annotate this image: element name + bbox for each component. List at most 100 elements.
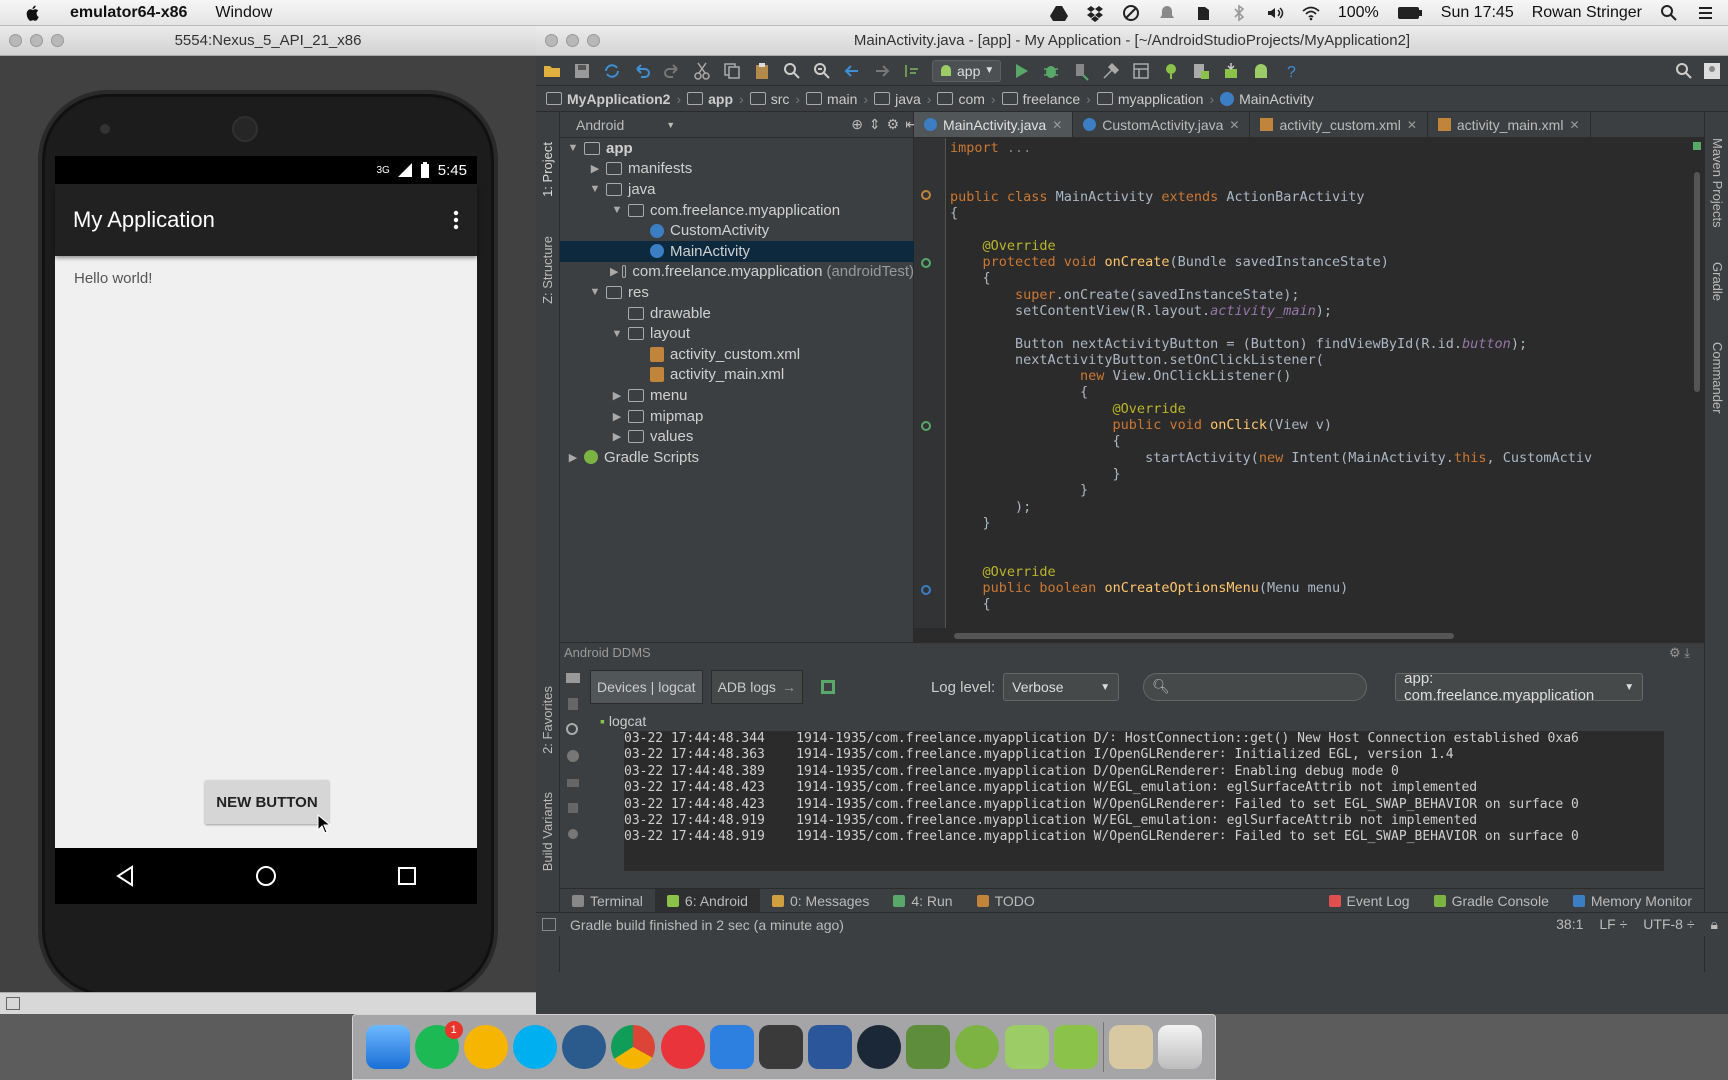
minimize-window-button[interactable] [30,34,43,47]
home-icon[interactable] [255,865,277,887]
user-icon[interactable] [1702,61,1722,81]
steam-icon[interactable] [857,1025,902,1069]
line-separator[interactable]: LF ÷ [1599,916,1627,933]
override-marker-icon[interactable] [921,585,931,595]
tree-item[interactable]: ▶ menu [560,385,914,406]
back-icon[interactable] [114,865,136,887]
zoom-window-button[interactable] [51,34,64,47]
restore-layout-icon[interactable] [819,678,837,696]
evernote-icon[interactable] [1194,4,1212,22]
tree-item[interactable]: MainActivity [560,240,914,262]
recents-icon[interactable] [396,865,418,887]
ide-title-bar[interactable]: MainActivity.java - [app] - My Applicati… [536,26,1728,56]
tree-item[interactable]: activity_custom.xml [560,344,914,365]
breadcrumb-item[interactable]: myapplication [1096,91,1203,107]
android-studio-icon[interactable] [906,1025,951,1069]
chevron-right-icon[interactable]: ▶ [610,410,624,423]
trash-icon[interactable] [1158,1025,1203,1069]
new-button[interactable]: NEW BUTTON [205,780,329,824]
tool-tab[interactable]: TODO [965,889,1047,913]
chevron-right-icon[interactable]: ▶ [588,162,602,175]
tool-gradle[interactable]: Gradle [1710,262,1725,301]
restart-icon[interactable] [564,695,582,713]
scroll-thumb[interactable] [1694,172,1700,392]
menu-window[interactable]: Window [215,4,272,22]
xcode-icon[interactable] [709,1025,754,1069]
dump-heap-icon[interactable] [564,773,582,791]
gear-icon[interactable]: ⚙ [887,116,900,133]
log-level-select[interactable]: Verbose ▼ [1003,673,1120,701]
implements-marker-icon[interactable] [921,258,931,268]
logcat-output[interactable]: 03-22 17:44:48.344 1914-1935/com.freelan… [624,731,1664,871]
sdk-manager-icon[interactable] [1221,61,1241,81]
tool-favorites[interactable]: 2: Favorites [540,686,555,754]
gc-icon[interactable] [564,799,582,817]
word-icon[interactable] [807,1025,852,1069]
tree-item[interactable]: ▼ app [560,138,914,159]
tree-item[interactable]: activity_main.xml [560,365,914,386]
scroll-thumb[interactable] [954,633,1454,639]
do-not-disturb-icon[interactable] [1122,4,1140,22]
sync-icon[interactable] [602,61,622,81]
sourcetree-icon[interactable] [562,1025,607,1069]
override-marker-icon[interactable] [921,190,931,200]
editor-tab[interactable]: activity_main.xml ✕ [1428,112,1591,137]
tool-structure[interactable]: Z: Structure [540,236,555,304]
menu-app-name[interactable]: emulator64-x86 [70,4,187,22]
terminate-icon[interactable] [564,747,582,765]
run-icon[interactable] [1011,61,1031,81]
volume-icon[interactable] [1266,4,1284,22]
breadcrumb-item[interactable]: MainActivity [1220,91,1314,107]
chevron-right-icon[interactable]: ▶ [610,430,624,443]
help-icon[interactable]: ? [1281,61,1301,81]
breadcrumb-item[interactable]: freelance [1001,91,1080,107]
copy-icon[interactable] [722,61,742,81]
opera-icon[interactable] [463,1025,508,1069]
tree-item[interactable]: ▼ com.freelance.myapplication [560,200,914,221]
implements-marker-icon[interactable] [921,421,931,431]
android-sdk-icon[interactable] [955,1025,1000,1069]
tab-adb-logs[interactable]: ADB logs → [710,670,803,704]
breadcrumb-item[interactable]: app [687,91,733,107]
save-icon[interactable] [572,61,592,81]
undo-icon[interactable] [632,61,652,81]
notification-bell-icon[interactable] [1158,4,1176,22]
project-view-select[interactable]: Android [576,117,624,133]
app-filter-select[interactable]: app: com.freelance.myapplication ▼ [1395,670,1644,704]
battery-icon[interactable] [1397,4,1423,22]
breadcrumb-item[interactable]: src [749,91,789,107]
close-window-button[interactable] [9,34,22,47]
tree-item[interactable]: ▼ res [560,282,914,303]
chevron-down-icon[interactable]: ▼ [610,328,624,340]
overflow-menu-icon[interactable] [453,210,459,230]
skype-icon[interactable] [513,1025,558,1069]
tree-item[interactable]: ▶ values [560,426,914,447]
make-project-icon[interactable] [902,61,922,81]
android-monitor-icon[interactable] [1004,1025,1049,1069]
chevron-right-icon[interactable]: ▶ [610,265,618,278]
tool-project[interactable]: 1: Project [540,142,555,197]
horizontal-scrollbar[interactable] [946,630,1704,642]
dropbox-icon[interactable] [1086,4,1104,22]
find-icon[interactable] [782,61,802,81]
phone-screen[interactable]: 3G 5:45 My Application Hello world! NEW … [55,156,477,904]
screen-capture-icon[interactable] [564,669,582,687]
close-icon[interactable]: ✕ [1052,118,1062,132]
notification-center-icon[interactable] [1696,4,1714,22]
editor-tab[interactable]: activity_custom.xml ✕ [1250,112,1428,137]
clock[interactable]: Sun 17:45 [1441,4,1514,22]
gear-icon[interactable]: ⚙ ⤓ [1669,645,1690,661]
tool-commander[interactable]: Commander [1710,342,1725,414]
editor-tab[interactable]: CustomActivity.java ✕ [1073,112,1251,137]
chevron-down-icon[interactable]: ▼ [588,286,602,298]
breadcrumb-item[interactable]: java [874,91,921,107]
chevron-down-icon[interactable]: ▼ [610,204,624,216]
close-window-button[interactable] [545,34,558,47]
drive-icon[interactable] [1049,4,1068,22]
tool-maven-projects[interactable]: Maven Projects [1710,138,1725,228]
zoom-window-button[interactable] [587,34,600,47]
redo-icon[interactable] [662,61,682,81]
close-icon[interactable]: ✕ [1407,118,1417,132]
view-hierarchy-icon[interactable] [564,721,582,739]
file-encoding[interactable]: UTF-8 ÷ [1643,916,1694,933]
